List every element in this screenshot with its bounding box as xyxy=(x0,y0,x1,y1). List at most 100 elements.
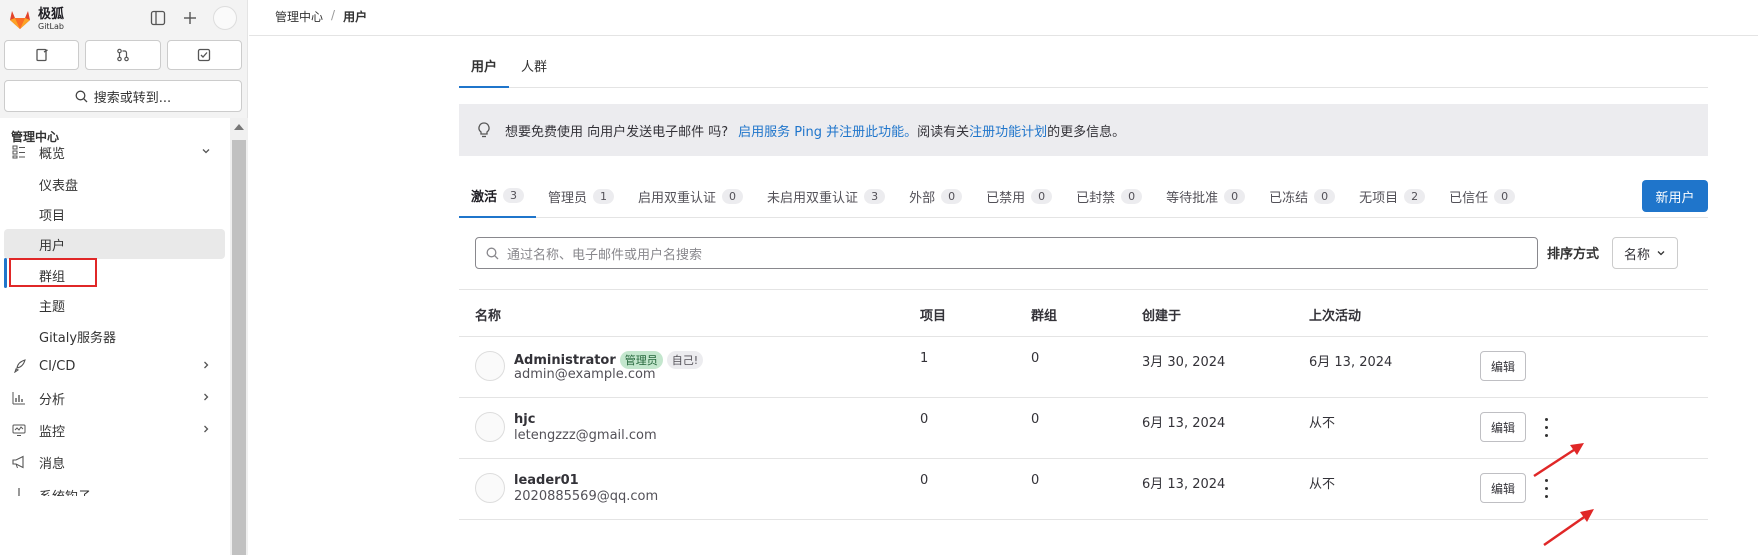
more-actions-icon[interactable] xyxy=(1541,415,1551,439)
merge-requests-button[interactable] xyxy=(85,40,161,70)
edit-button[interactable]: 编辑 xyxy=(1480,351,1526,381)
column-header-name: 名称 xyxy=(475,309,502,324)
tab-2fa-enabled[interactable]: 启用双重认证 0 xyxy=(626,174,755,218)
count-badge: 2 xyxy=(1404,188,1426,204)
sort-label: 排序方式 xyxy=(1547,247,1600,262)
tab-label: 已冻结 xyxy=(1269,190,1309,206)
sidebar-item-gitaly-servers[interactable]: Gitaly服务器 xyxy=(0,321,225,351)
avatar[interactable] xyxy=(475,473,505,503)
search-or-goto-button[interactable]: 搜索或转到... xyxy=(4,80,242,112)
todo-icon xyxy=(198,48,211,62)
breadcrumb-admin-link[interactable]: 管理中心 xyxy=(275,8,323,25)
users-table-header: 名称 项目 群组 创建于 上次活动 xyxy=(459,289,1708,337)
table-row: Administrator 管理员 自己! admin@example.com … xyxy=(459,337,1708,398)
tab-users[interactable]: 用户 xyxy=(459,50,510,88)
tab-2fa-disabled[interactable]: 未启用双重认证 3 xyxy=(755,174,897,218)
column-header-groups: 群组 xyxy=(1031,309,1058,324)
tab-trusted[interactable]: 已信任 0 xyxy=(1437,174,1527,218)
todo-button[interactable] xyxy=(166,40,242,70)
tab-label: 启用双重认证 xyxy=(638,190,717,206)
tab-pending-approval[interactable]: 等待批准 0 xyxy=(1154,174,1257,218)
sidebar-item-label: 消息 xyxy=(39,456,66,472)
count-badge: 0 xyxy=(1031,188,1053,204)
sidebar-item-dashboard[interactable]: 仪表盘 xyxy=(0,169,225,199)
last-activity: 从不 xyxy=(1309,477,1336,492)
tab-admins[interactable]: 管理员 1 xyxy=(536,174,626,218)
sidebar-item-projects[interactable]: 项目 xyxy=(0,199,225,229)
banner-text-1: 想要免费使用 向用户发送电子邮件 吗? xyxy=(505,124,729,140)
brand-sub: GitLab xyxy=(38,21,64,31)
tab-deactivated[interactable]: 已冻结 0 xyxy=(1257,174,1347,218)
user-email: 2020885569@qq.com xyxy=(514,489,659,504)
count-badge: 0 xyxy=(722,188,744,204)
tab-label: 无项目 xyxy=(1359,190,1399,206)
scrollbar-thumb[interactable] xyxy=(232,140,246,555)
edit-button[interactable]: 编辑 xyxy=(1480,473,1526,503)
new-user-button[interactable]: 新用户 xyxy=(1642,180,1708,212)
chevron-right-icon xyxy=(201,359,211,373)
sidebar-nav: 管理中心 概览 仪表盘 项目 用户 群组 主题 Gitaly服务器 CI/CD … xyxy=(0,118,230,555)
tab-without-projects[interactable]: 无项目 2 xyxy=(1347,174,1437,218)
merge-request-icon xyxy=(117,48,129,62)
tab-banned[interactable]: 已封禁 0 xyxy=(1064,174,1154,218)
avatar[interactable] xyxy=(475,351,505,381)
count-badge: 0 xyxy=(1494,188,1516,204)
search-icon xyxy=(486,247,499,259)
user-email: letengzzz@gmail.com xyxy=(514,428,657,443)
created-date: 6月 13, 2024 xyxy=(1142,477,1226,492)
sidebar-item-messages[interactable]: 消息 xyxy=(0,446,225,478)
sort-dropdown[interactable]: 名称 xyxy=(1612,237,1678,269)
top-bar: 管理中心 / 用户 xyxy=(249,0,1758,36)
sidebar-item-label: 系统钩子 xyxy=(39,486,91,496)
user-avatar[interactable] xyxy=(213,6,237,30)
groups-count: 0 xyxy=(1031,473,1040,488)
count-badge: 0 xyxy=(1314,188,1336,204)
last-activity: 6月 13, 2024 xyxy=(1309,355,1393,370)
count-badge: 3 xyxy=(503,187,525,203)
user-name[interactable]: hjc xyxy=(514,412,535,427)
tab-label: 已封禁 xyxy=(1076,190,1116,206)
issues-icon xyxy=(36,48,48,62)
active-indicator xyxy=(4,258,7,288)
sidebar-toggle-icon[interactable] xyxy=(149,9,167,27)
column-header-last-activity: 上次活动 xyxy=(1309,309,1362,324)
chevron-right-icon xyxy=(201,423,211,437)
sidebar-scrollbar[interactable] xyxy=(230,118,248,555)
user-email: admin@example.com xyxy=(514,367,656,382)
scroll-up-arrow-icon[interactable] xyxy=(234,124,244,130)
lightbulb-icon xyxy=(478,122,490,138)
brand-logo[interactable]: 极狐 GitLab xyxy=(8,5,98,33)
sidebar-item-monitoring[interactable]: 监控 xyxy=(0,414,225,446)
sidebar-item-label: 用户 xyxy=(39,238,66,254)
chevron-down-icon xyxy=(201,145,211,159)
banner-text-3: 的更多信息。 xyxy=(1047,124,1126,140)
tab-active[interactable]: 激活 3 xyxy=(459,174,537,218)
registration-features-link[interactable]: 注册功能计划 xyxy=(969,121,1047,140)
groups-count: 0 xyxy=(1031,351,1040,366)
enable-service-ping-link[interactable]: 启用服务 Ping 并注册此功能。 xyxy=(738,121,917,140)
sidebar-item-system-hooks[interactable]: 系统钩子 xyxy=(0,478,225,496)
sidebar-item-analytics[interactable]: 分析 xyxy=(0,382,225,414)
count-badge: 0 xyxy=(1121,188,1143,204)
tab-cohorts[interactable]: 人群 xyxy=(509,50,559,88)
table-row: hjc letengzzz@gmail.com 0 0 6月 13, 2024 … xyxy=(459,398,1708,459)
page-tabs: 用户 人群 xyxy=(459,50,1708,88)
sidebar-item-users[interactable]: 用户 xyxy=(4,229,225,259)
search-placeholder: 通过名称、电子邮件或用户名搜索 xyxy=(507,247,703,263)
tab-label: 已信任 xyxy=(1449,190,1489,206)
edit-button[interactable]: 编辑 xyxy=(1480,412,1526,442)
plus-icon[interactable] xyxy=(181,9,199,27)
sidebar-item-overview[interactable]: 概览 xyxy=(0,136,225,168)
count-badge: 3 xyxy=(864,188,886,204)
breadcrumb-current[interactable]: 用户 xyxy=(343,8,367,25)
user-name[interactable]: Administrator xyxy=(514,353,616,368)
user-name[interactable]: leader01 xyxy=(514,473,579,488)
user-search-input[interactable]: 通过名称、电子邮件或用户名搜索 xyxy=(475,237,1538,269)
avatar[interactable] xyxy=(475,412,505,442)
sidebar-item-cicd[interactable]: CI/CD xyxy=(0,350,225,382)
hook-icon xyxy=(11,486,27,496)
issues-button[interactable] xyxy=(4,40,80,70)
tab-external[interactable]: 外部 0 xyxy=(897,174,974,218)
sidebar-item-topics[interactable]: 主题 xyxy=(0,290,225,320)
tab-blocked[interactable]: 已禁用 0 xyxy=(974,174,1064,218)
